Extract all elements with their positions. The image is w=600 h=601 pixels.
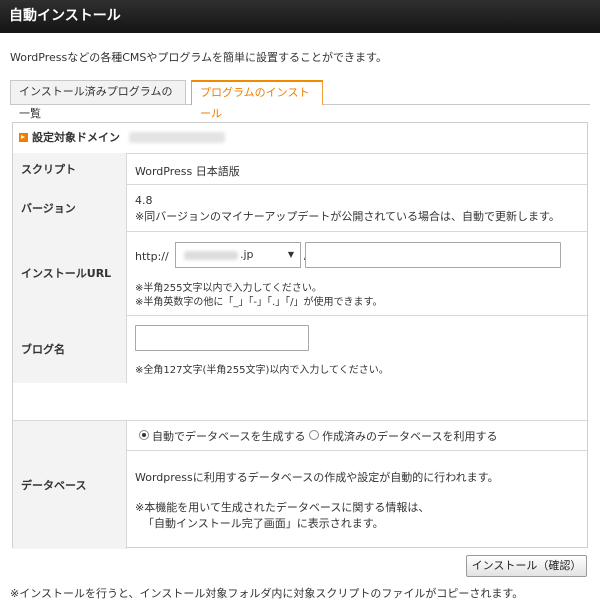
- install-path-input[interactable]: [305, 242, 561, 268]
- tab-bar: インストール済みプログラムの一覧 プログラムのインストール: [10, 80, 590, 120]
- install-url-row: インストールURL http:// .jp ▼ / ※半角255文字以内で入力し…: [13, 231, 587, 316]
- domain-select-suffix: .jp: [240, 248, 254, 261]
- option-existing-db-label[interactable]: 作成済みのデータベースを利用する: [322, 428, 497, 444]
- version-note: ※同バージョンのマイナーアップデートが公開されている場合は、自動で更新します。: [135, 210, 560, 223]
- radio-existing-db[interactable]: [309, 430, 319, 440]
- database-row: データベース 自動でデータベースを生成する 作成済みのデータベースを利用する W…: [13, 420, 587, 549]
- target-domain-blurred: [129, 132, 225, 143]
- domain-select-blurred: [184, 251, 238, 260]
- footer-note: ※インストールを行うと、インストール対象フォルダ内に対象スクリプトのファイルがコ…: [10, 587, 524, 600]
- orange-arrow-icon: [19, 133, 28, 142]
- chevron-down-icon: ▼: [287, 250, 294, 259]
- database-label: データベース: [13, 421, 127, 549]
- database-note-2: 「自動インストール完了画面」に表示されます。: [143, 517, 384, 530]
- blog-name-row: ブログ名 ※全角127文字(半角255文字)以内で入力してください。: [13, 315, 587, 383]
- page-header: 自動インストール: [0, 0, 600, 33]
- version-value: 4.8: [135, 194, 153, 207]
- install-confirm-button[interactable]: インストール（確認）: [466, 555, 587, 577]
- script-label: スクリプト: [13, 153, 127, 184]
- option-auto-db-label[interactable]: 自動でデータベースを生成する: [152, 428, 305, 444]
- script-row: スクリプト WordPress 日本語版: [13, 153, 587, 185]
- url-note-length: ※半角255文字以内で入力してください。: [135, 283, 322, 294]
- script-value: WordPress 日本語版: [135, 165, 240, 178]
- version-label: バージョン: [13, 184, 127, 231]
- domain-select[interactable]: .jp ▼: [175, 242, 301, 268]
- install-form-panel: 設定対象ドメイン スクリプト WordPress 日本語版 バージョン 4.8 …: [12, 122, 588, 549]
- page-title: 自動インストール: [9, 8, 121, 24]
- url-note-chars: ※半角英数字の他に「_」「-」「.」「/」が使用できます。: [135, 297, 383, 308]
- version-row: バージョン 4.8 ※同バージョンのマイナーアップデートが公開されている場合は、…: [13, 184, 587, 232]
- url-prefix: http://: [135, 250, 169, 263]
- target-domain-label: 設定対象ドメイン: [32, 131, 120, 144]
- target-domain-row: 設定対象ドメイン: [13, 123, 587, 154]
- database-note-1: ※本機能を用いて生成されたデータベースに関する情報は、: [135, 501, 430, 514]
- blog-name-input[interactable]: [135, 325, 309, 351]
- intro-text: WordPressなどの各種CMSやプログラムを簡単に設置することができます。: [10, 51, 387, 64]
- database-divider: [127, 450, 587, 451]
- database-desc: Wordpressに利用するデータベースの作成や設定が自動的に行われます。: [135, 471, 499, 484]
- blog-name-label: ブログ名: [13, 315, 127, 383]
- tab-installed-programs[interactable]: インストール済みプログラムの一覧: [10, 80, 186, 120]
- tab-program-install[interactable]: プログラムのインストール: [191, 80, 323, 120]
- install-url-label: インストールURL: [13, 231, 127, 315]
- radio-auto-db[interactable]: [139, 430, 149, 440]
- blog-name-note: ※全角127文字(半角255文字)以内で入力してください。: [135, 365, 389, 376]
- blank-gap: [13, 383, 587, 420]
